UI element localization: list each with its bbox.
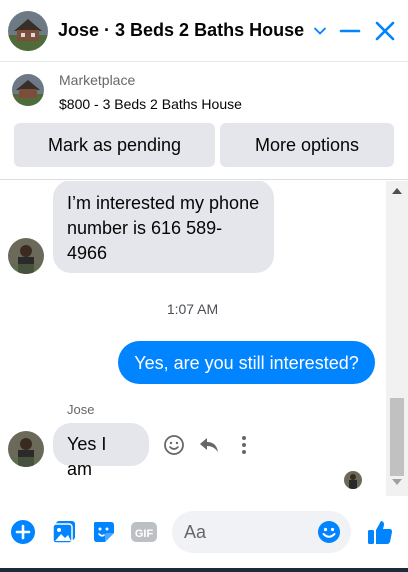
marketplace-card: Marketplace $800 - 3 Beds 2 Baths House … [0,63,408,180]
incoming-message[interactable]: I’m interested my phone number is 616 58… [53,181,274,273]
close-icon[interactable] [373,19,397,43]
timestamp: 1:07 AM [166,301,219,317]
mark-as-pending-button[interactable]: Mark as pending [14,123,215,167]
message-text: Yes I am [67,434,107,479]
add-icon[interactable] [9,518,37,546]
svg-text:GIF: GIF [135,528,154,540]
gif-icon[interactable]: GIF [130,518,158,546]
thumbs-up-icon[interactable] [366,518,394,546]
chat-title[interactable]: Jose · 3 Beds 2 Baths House [58,20,304,41]
photo-icon[interactable] [50,518,78,546]
message-list: I’m interested my phone number is 616 58… [0,181,385,496]
scrollbar[interactable] [386,181,408,496]
emoji-icon[interactable] [315,518,343,546]
minimize-icon[interactable] [338,19,362,43]
listing-title[interactable]: $800 - 3 Beds 2 Baths House [59,96,242,112]
message-text: I’m interested my phone number is 616 58… [67,193,260,263]
sender-name: Jose [67,402,95,417]
message-input-placeholder: Aa [184,522,207,542]
scroll-up-icon[interactable] [391,187,403,195]
sender-avatar[interactable] [8,431,44,467]
scroll-down-icon[interactable] [391,478,403,486]
chevron-down-icon[interactable] [312,23,328,39]
message-text: Yes, are you still interested? [134,352,359,373]
chat-header: Jose · 3 Beds 2 Baths House [0,0,408,62]
seen-avatar [344,471,362,489]
react-icon[interactable] [162,433,186,457]
taskbar-edge [0,568,408,572]
incoming-message[interactable]: Yes I am [53,423,149,479]
outgoing-message[interactable]: Yes, are you still interested? [118,341,375,384]
house-avatar[interactable] [8,10,48,51]
more-options-button[interactable]: More options [220,123,394,167]
composer-bar: GIF Aa [0,500,408,572]
listing-thumbnail[interactable] [12,74,44,106]
sender-avatar[interactable] [8,238,44,274]
marketplace-label: Marketplace [59,72,136,88]
reply-icon[interactable] [197,433,221,457]
scrollbar-thumb[interactable] [390,398,404,476]
more-actions-icon[interactable] [232,433,256,457]
sticker-icon[interactable] [90,518,118,546]
